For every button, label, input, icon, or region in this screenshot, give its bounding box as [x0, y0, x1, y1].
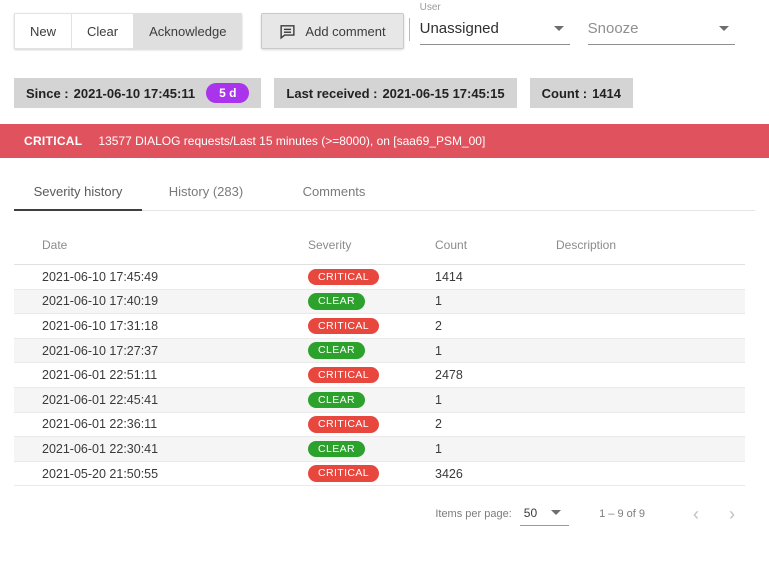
since-chip: Since : 2021-06-10 17:45:11 5 d — [14, 78, 261, 108]
severity-badge: CRITICAL — [308, 465, 379, 482]
severity-badge: CRITICAL — [308, 416, 379, 433]
alert-message: 13577 DIALOG requests/Last 15 minutes (>… — [98, 134, 485, 148]
severity-badge: CRITICAL — [308, 269, 379, 286]
severity-badge: CRITICAL — [308, 318, 379, 335]
column-header-description: Description — [556, 238, 745, 252]
cell-date: 2021-06-10 17:45:49 — [14, 270, 308, 284]
since-label: Since : — [26, 86, 69, 101]
add-comment-label: Add comment — [305, 24, 385, 39]
tab-severity-history[interactable]: Severity history — [14, 173, 142, 211]
last-received-label: Last received : — [286, 86, 377, 101]
severity-history-table: Date Severity Count Description 2021-06-… — [14, 225, 745, 486]
new-button[interactable]: New — [14, 13, 71, 49]
alert-banner: CRITICAL 13577 DIALOG requests/Last 15 m… — [0, 124, 769, 158]
table-body: 2021-06-10 17:45:49 CRITICAL 1414 2021-0… — [14, 265, 745, 486]
cell-count: 1414 — [435, 270, 556, 284]
previous-page-button[interactable]: ‹ — [683, 501, 709, 527]
cell-date: 2021-06-01 22:45:41 — [14, 393, 308, 407]
last-received-value: 2021-06-15 17:45:15 — [382, 86, 504, 101]
items-per-page-value: 50 — [524, 506, 537, 520]
status-button-group: New Clear Acknowledge — [14, 13, 242, 49]
toolbar: New Clear Acknowledge Add comment User U… — [0, 0, 769, 49]
tab-bar: Severity history History (283) Comments — [14, 173, 755, 211]
last-received-chip: Last received : 2021-06-15 17:45:15 — [274, 78, 516, 108]
toolbar-divider — [409, 18, 410, 41]
cell-date: 2021-06-10 17:27:37 — [14, 344, 308, 358]
chevron-down-icon — [551, 510, 561, 515]
severity-badge: CLEAR — [308, 342, 365, 359]
column-header-date: Date — [14, 238, 308, 252]
table-row[interactable]: 2021-06-01 22:36:11 CRITICAL 2 — [14, 413, 745, 438]
chevron-down-icon — [719, 26, 729, 31]
user-select[interactable]: User Unassigned — [420, 2, 570, 45]
table-row[interactable]: 2021-05-20 21:50:55 CRITICAL 3426 — [14, 462, 745, 487]
alert-severity: CRITICAL — [24, 134, 82, 148]
cell-date: 2021-06-01 22:36:11 — [14, 417, 308, 431]
table-row[interactable]: 2021-06-10 17:45:49 CRITICAL 1414 — [14, 265, 745, 290]
cell-date: 2021-06-01 22:30:41 — [14, 442, 308, 456]
cell-date: 2021-06-01 22:51:11 — [14, 368, 308, 382]
severity-badge: CLEAR — [308, 392, 365, 409]
snooze-select-value: Snooze — [588, 20, 639, 37]
snooze-select[interactable]: Snooze — [588, 15, 735, 45]
tab-comments[interactable]: Comments — [270, 173, 398, 211]
acknowledge-button[interactable]: Acknowledge — [133, 13, 242, 49]
since-value: 2021-06-10 17:45:11 — [74, 86, 195, 101]
user-select-value: Unassigned — [420, 20, 499, 37]
comment-icon — [279, 23, 296, 40]
items-per-page-label: Items per page: — [435, 508, 511, 520]
cell-date: 2021-06-10 17:31:18 — [14, 319, 308, 333]
page-range: 1 – 9 of 9 — [599, 508, 645, 520]
cell-count: 1 — [435, 393, 556, 407]
paginator: Items per page: 50 1 – 9 of 9 ‹ › — [0, 501, 745, 527]
count-label: Count : — [542, 86, 587, 101]
cell-count: 1 — [435, 344, 556, 358]
cell-count: 1 — [435, 294, 556, 308]
cell-date: 2021-05-20 21:50:55 — [14, 467, 308, 481]
table-row[interactable]: 2021-06-10 17:31:18 CRITICAL 2 — [14, 314, 745, 339]
chevron-down-icon — [554, 26, 564, 31]
count-value: 1414 — [592, 86, 621, 101]
tab-history[interactable]: History (283) — [142, 173, 270, 211]
table-row[interactable]: 2021-06-01 22:51:11 CRITICAL 2478 — [14, 363, 745, 388]
severity-badge: CLEAR — [308, 293, 365, 310]
column-header-severity: Severity — [308, 238, 435, 252]
table-header: Date Severity Count Description — [14, 225, 745, 265]
user-select-label: User — [420, 2, 570, 15]
next-page-button[interactable]: › — [719, 501, 745, 527]
severity-badge: CLEAR — [308, 441, 365, 458]
column-header-count: Count — [435, 238, 556, 252]
table-row[interactable]: 2021-06-01 22:30:41 CLEAR 1 — [14, 437, 745, 462]
add-comment-button[interactable]: Add comment — [261, 13, 403, 49]
clear-button[interactable]: Clear — [71, 13, 133, 49]
table-row[interactable]: 2021-06-10 17:40:19 CLEAR 1 — [14, 290, 745, 315]
table-row[interactable]: 2021-06-10 17:27:37 CLEAR 1 — [14, 339, 745, 364]
cell-count: 2 — [435, 417, 556, 431]
alert-info-bar: Since : 2021-06-10 17:45:11 5 d Last rec… — [0, 78, 769, 108]
cell-count: 1 — [435, 442, 556, 456]
cell-date: 2021-06-10 17:40:19 — [14, 294, 308, 308]
duration-badge: 5 d — [206, 83, 249, 103]
items-per-page-select[interactable]: 50 — [520, 503, 569, 526]
severity-badge: CRITICAL — [308, 367, 379, 384]
cell-count: 2478 — [435, 368, 556, 382]
cell-count: 2 — [435, 319, 556, 333]
table-row[interactable]: 2021-06-01 22:45:41 CLEAR 1 — [14, 388, 745, 413]
cell-count: 3426 — [435, 467, 556, 481]
count-chip: Count : 1414 — [530, 78, 633, 108]
